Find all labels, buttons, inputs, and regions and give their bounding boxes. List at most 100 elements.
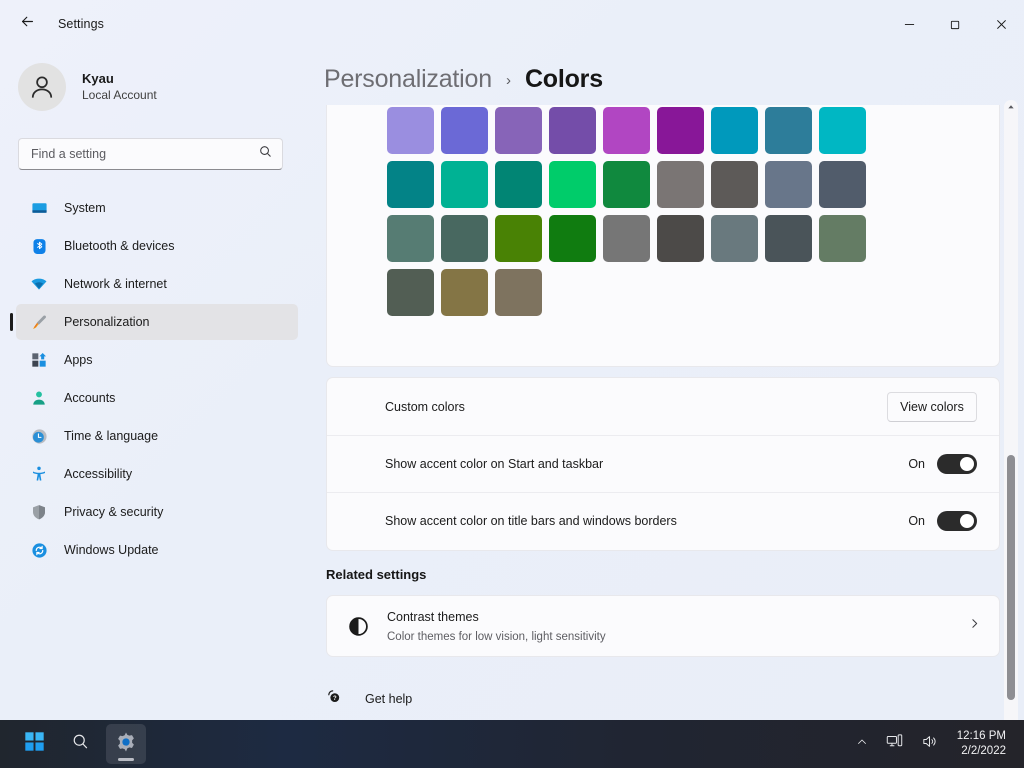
related-item-contrast-themes[interactable]: Contrast themes Color themes for low vis… (326, 595, 1000, 657)
swatch-color (549, 215, 596, 262)
sidebar-label: Bluetooth & devices (64, 239, 175, 253)
accent-color-swatch[interactable] (438, 266, 491, 319)
swatch-color (657, 215, 704, 262)
accent-color-swatch[interactable] (600, 105, 653, 157)
swatch-color (657, 107, 704, 154)
sidebar-label: Accessibility (64, 467, 133, 481)
accent-color-swatch[interactable] (708, 212, 761, 265)
accent-color-swatch[interactable] (600, 212, 653, 265)
sidebar-item-personalization[interactable]: Personalization (10, 304, 298, 340)
avatar (18, 63, 66, 111)
monitor-icon (30, 199, 48, 217)
tray-volume-button[interactable] (914, 727, 945, 761)
sidebar-item-system[interactable]: System (16, 190, 298, 226)
sidebar-label: System (64, 201, 106, 215)
taskbar-search-button[interactable] (60, 724, 100, 764)
related-item-text: Contrast themes Color themes for low vis… (387, 607, 968, 645)
wifi-icon (30, 275, 48, 293)
content-scrollbar[interactable] (1004, 100, 1018, 720)
accent-color-swatch[interactable] (546, 105, 599, 157)
swatch-color (495, 161, 542, 208)
accent-color-swatch[interactable] (384, 212, 437, 265)
user-profile[interactable]: Kyau Local Account (18, 56, 310, 118)
swatch-color (819, 107, 866, 154)
accent-color-swatch[interactable] (438, 158, 491, 211)
get-help-link[interactable]: ? Get help (326, 688, 412, 710)
breadcrumb-parent[interactable]: Personalization (324, 65, 492, 94)
sidebar-item-time-language[interactable]: Time & language (16, 418, 298, 454)
minimize-button[interactable] (886, 0, 932, 48)
close-button[interactable] (978, 0, 1024, 48)
accent-color-swatch[interactable] (492, 266, 545, 319)
accent-color-swatch[interactable] (816, 158, 869, 211)
accent-color-swatch[interactable] (654, 158, 707, 211)
tray-network-button[interactable] (879, 727, 910, 761)
search-input[interactable] (31, 147, 258, 161)
person-icon (30, 389, 48, 407)
swatch-color (387, 161, 434, 208)
back-button[interactable] (10, 7, 44, 41)
accent-title-bars-toggle[interactable] (937, 511, 977, 531)
accent-color-swatch[interactable] (384, 266, 437, 319)
accent-color-swatch[interactable] (708, 105, 761, 157)
title-bar: Settings (0, 0, 1024, 48)
taskbar: 12:16 PM 2/2/2022 (0, 720, 1024, 768)
accent-color-swatch[interactable] (384, 105, 437, 157)
sidebar-item-privacy-security[interactable]: Privacy & security (16, 494, 298, 530)
update-icon (30, 541, 48, 559)
accessibility-icon (30, 465, 48, 483)
swatch-color (819, 215, 866, 262)
view-colors-button[interactable]: View colors (887, 391, 977, 422)
sidebar-label: Personalization (64, 315, 150, 329)
sidebar-item-accessibility[interactable]: Accessibility (16, 456, 298, 492)
sidebar-item-windows-update[interactable]: Windows Update (16, 532, 298, 568)
sidebar-label: Accounts (64, 391, 116, 405)
accent-color-swatch[interactable] (384, 158, 437, 211)
accent-color-swatch[interactable] (546, 212, 599, 265)
accent-color-swatch[interactable] (438, 105, 491, 157)
accent-color-swatch[interactable] (654, 212, 707, 265)
accent-color-swatch[interactable] (492, 212, 545, 265)
toggle-state-label: On (908, 514, 925, 528)
accent-color-swatch[interactable] (816, 212, 869, 265)
accent-color-swatch[interactable] (762, 105, 815, 157)
swatch-color (441, 107, 488, 154)
chevron-up-icon[interactable] (1004, 100, 1018, 114)
taskbar-settings-button[interactable] (106, 724, 146, 764)
accent-color-swatch[interactable] (600, 158, 653, 211)
swatch-color (495, 215, 542, 262)
row-control: On (908, 454, 977, 474)
sidebar-item-bluetooth-devices[interactable]: Bluetooth & devices (16, 228, 298, 264)
breadcrumb-separator: › (505, 71, 511, 89)
swatch-color (387, 107, 434, 154)
related-settings-heading: Related settings (326, 567, 427, 582)
accent-color-swatch[interactable] (492, 105, 545, 157)
get-help-label: Get help (365, 692, 413, 706)
accent-color-swatch[interactable] (762, 158, 815, 211)
accent-color-swatch[interactable] (708, 158, 761, 211)
accent-color-swatch[interactable] (546, 158, 599, 211)
scrollbar-thumb[interactable] (1007, 455, 1015, 700)
start-button[interactable] (14, 724, 54, 764)
accent-color-swatch[interactable] (438, 212, 491, 265)
maximize-button[interactable] (932, 0, 978, 48)
sidebar-label: Network & internet (64, 277, 167, 291)
speaker-icon (921, 733, 938, 755)
accent-color-swatch[interactable] (492, 158, 545, 211)
row-accent-title-bars: Show accent color on title bars and wind… (327, 492, 999, 549)
accent-color-swatch[interactable] (816, 105, 869, 157)
search-box[interactable] (18, 138, 283, 170)
search-icon (258, 144, 273, 164)
accent-color-swatch[interactable] (654, 105, 707, 157)
search-icon (71, 732, 90, 756)
accent-color-swatch[interactable] (762, 212, 815, 265)
sidebar-item-apps[interactable]: Apps (16, 342, 298, 378)
toggle-state-label: On (908, 457, 925, 471)
tray-overflow-button[interactable] (849, 727, 875, 761)
taskbar-clock[interactable]: 12:16 PM 2/2/2022 (949, 729, 1014, 758)
contrast-icon (343, 616, 373, 637)
accent-start-taskbar-toggle[interactable] (937, 454, 977, 474)
sidebar-item-accounts[interactable]: Accounts (16, 380, 298, 416)
sidebar-item-network-internet[interactable]: Network & internet (16, 266, 298, 302)
gear-icon (115, 731, 137, 758)
